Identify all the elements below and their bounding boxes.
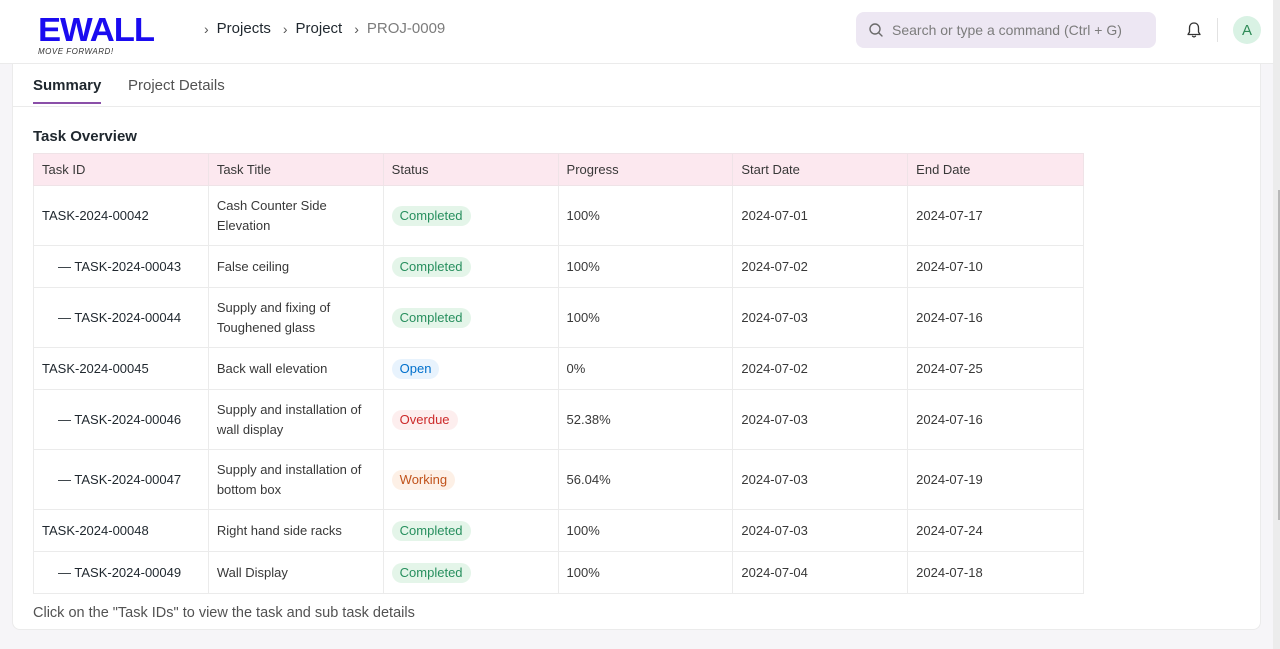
chevron-right-icon: › [282, 20, 288, 37]
tab-bar: Summary Project Details [13, 64, 1260, 107]
start-date: 2024-07-04 [732, 551, 909, 594]
status-cell: Completed [382, 245, 559, 288]
task-title: Wall Display [207, 551, 384, 594]
table-row: — TASK-2024-00046 Supply and installation… [33, 389, 1084, 450]
search-icon [869, 23, 883, 37]
progress-value: 0% [557, 347, 734, 390]
task-id-link[interactable]: TASK-2024-00042 [33, 185, 209, 246]
status-badge: Completed [391, 307, 471, 328]
header-divider [1217, 18, 1218, 42]
column-header-task-title: Task Title [207, 153, 384, 186]
status-cell: Completed [382, 509, 559, 552]
table-row: — TASK-2024-00044 Supply and fixing of To… [33, 287, 1084, 348]
search-input[interactable]: Search or type a command (Ctrl + G) [856, 12, 1156, 48]
task-title: Cash Counter Side Elevation [207, 185, 384, 246]
task-overview-table: Task ID Task Title Status Progress Start… [33, 153, 1084, 594]
start-date: 2024-07-03 [732, 449, 909, 510]
end-date: 2024-07-25 [907, 347, 1084, 390]
footer-hint: Click on the "Task IDs" to view the task… [33, 605, 415, 621]
bell-icon[interactable] [1184, 20, 1204, 40]
status-badge: Completed [391, 562, 471, 583]
breadcrumb-projects[interactable]: Projects [217, 20, 271, 37]
status-badge: Overdue [391, 409, 458, 430]
brand-tagline: MOVE FORWARD! [38, 47, 114, 56]
end-date: 2024-07-16 [907, 389, 1084, 450]
tab-summary[interactable]: Summary [33, 77, 102, 104]
breadcrumb: › Projects › Project › PROJ-0009 [204, 20, 445, 37]
status-cell: Completed [382, 551, 559, 594]
progress-value: 100% [557, 509, 734, 552]
tab-project-details[interactable]: Project Details [128, 77, 225, 104]
end-date: 2024-07-19 [907, 449, 1084, 510]
top-navbar: EWALL MOVE FORWARD! › Projects › Project… [0, 0, 1273, 64]
status-badge: Completed [391, 256, 471, 277]
column-header-status: Status [382, 153, 559, 186]
progress-value: 100% [557, 287, 734, 348]
table-row: TASK-2024-00048 Right hand side racks Comp… [33, 509, 1084, 552]
column-header-end-date: End Date [907, 153, 1084, 186]
search-placeholder: Search or type a command (Ctrl + G) [892, 22, 1122, 38]
table-row: — TASK-2024-00049 Wall Display Completed 10… [33, 551, 1084, 594]
task-title: False ceiling [207, 245, 384, 288]
breadcrumb-project[interactable]: Project [296, 20, 343, 37]
status-badge: Completed [391, 520, 471, 541]
chevron-right-icon: › [204, 20, 209, 37]
task-title: Supply and installation of bottom box [207, 449, 384, 510]
progress-value: 100% [557, 551, 734, 594]
task-id-link[interactable]: — TASK-2024-00044 [33, 287, 209, 348]
task-id-link[interactable]: TASK-2024-00048 [33, 509, 209, 552]
start-date: 2024-07-03 [732, 509, 909, 552]
start-date: 2024-07-03 [732, 389, 909, 450]
task-title: Supply and fixing of Toughened glass [207, 287, 384, 348]
task-id-link[interactable]: — TASK-2024-00047 [33, 449, 209, 510]
status-cell: Completed [382, 185, 559, 246]
task-title: Back wall elevation [207, 347, 384, 390]
column-header-task-id: Task ID [33, 153, 209, 186]
status-cell: Open [382, 347, 559, 390]
progress-value: 52.38% [557, 389, 734, 450]
end-date: 2024-07-17 [907, 185, 1084, 246]
chevron-right-icon: › [354, 20, 359, 37]
table-row: — TASK-2024-00047 Supply and installation… [33, 449, 1084, 510]
project-card: Summary Project Details Task Overview Ta… [12, 64, 1261, 630]
brand-logo[interactable]: EWALL MOVE FORWARD! [38, 13, 158, 58]
task-id-link[interactable]: — TASK-2024-00043 [33, 245, 209, 288]
status-cell: Working [382, 449, 559, 510]
end-date: 2024-07-10 [907, 245, 1084, 288]
start-date: 2024-07-02 [732, 347, 909, 390]
task-id-link[interactable]: — TASK-2024-00046 [33, 389, 209, 450]
column-header-start-date: Start Date [732, 153, 909, 186]
end-date: 2024-07-18 [907, 551, 1084, 594]
breadcrumb-current: PROJ-0009 [366, 20, 446, 37]
end-date: 2024-07-16 [907, 287, 1084, 348]
status-badge: Open [391, 358, 440, 379]
status-badge: Working [391, 469, 456, 490]
task-id-link[interactable]: TASK-2024-00045 [33, 347, 209, 390]
status-badge: Completed [391, 205, 471, 226]
table-row: TASK-2024-00045 Back wall elevation Open 0%… [33, 347, 1084, 390]
progress-value: 100% [557, 185, 734, 246]
progress-value: 56.04% [557, 449, 734, 510]
section-title: Task Overview [33, 128, 137, 145]
start-date: 2024-07-02 [732, 245, 909, 288]
task-title: Right hand side racks [207, 509, 384, 552]
task-id-link[interactable]: — TASK-2024-00049 [33, 551, 209, 594]
end-date: 2024-07-24 [907, 509, 1084, 552]
table-row: TASK-2024-00042 Cash Counter Side Elevati… [33, 185, 1084, 246]
table-row: — TASK-2024-00043 False ceiling Completed 1… [33, 245, 1084, 288]
status-cell: Overdue [382, 389, 559, 450]
brand-name: EWALL [38, 11, 155, 48]
table-header-row: Task ID Task Title Status Progress Start… [33, 153, 1084, 186]
start-date: 2024-07-01 [732, 185, 909, 246]
task-title: Supply and installation of wall display [207, 389, 384, 450]
user-avatar[interactable]: A [1233, 16, 1261, 44]
start-date: 2024-07-03 [732, 287, 909, 348]
progress-value: 100% [557, 245, 734, 288]
column-header-progress: Progress [557, 153, 734, 186]
status-cell: Completed [382, 287, 559, 348]
